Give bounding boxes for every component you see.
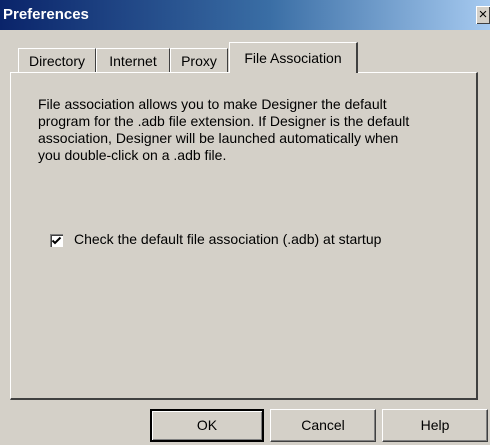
title-bar: Preferences × [0, 0, 490, 30]
startup-check-label: Check the default file association (.adb… [74, 231, 382, 247]
ok-button[interactable]: OK [150, 409, 264, 442]
tab-directory[interactable]: Directory [18, 48, 96, 73]
tab-proxy[interactable]: Proxy [170, 48, 228, 73]
tab-internet[interactable]: Internet [96, 48, 170, 73]
cancel-button[interactable]: Cancel [270, 409, 376, 442]
checkmark-icon [51, 236, 62, 245]
tab-file-association[interactable]: File Association [229, 42, 358, 75]
close-button[interactable]: × [476, 6, 490, 24]
description-text: File association allows you to make Desi… [38, 96, 410, 163]
help-button[interactable]: Help [382, 409, 488, 442]
close-icon: × [478, 6, 488, 23]
window-title: Preferences [3, 6, 89, 23]
startup-check-checkbox[interactable] [50, 234, 63, 247]
